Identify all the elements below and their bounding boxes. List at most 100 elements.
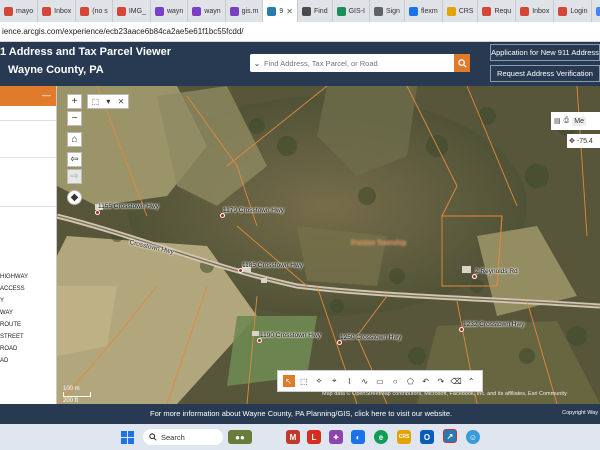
browser-tab-label: Sign [385,7,400,15]
browser-tab[interactable]: 9 ✕ [263,0,298,22]
point-tool-icon[interactable]: ⌖ [328,375,340,387]
browser-tab[interactable]: wayn [151,0,189,22]
app-l-icon[interactable]: L [307,430,321,444]
copilot-icon[interactable]: ✦ [329,430,343,444]
zoom-out-button[interactable]: − [67,111,82,126]
search-button[interactable] [454,54,470,72]
crs-icon[interactable]: CRS [397,430,411,444]
previous-extent-button[interactable]: ⇦ [67,152,82,167]
outlook-icon[interactable]: O [420,430,434,444]
legend-item: ROAD [0,346,18,352]
browser-tab[interactable]: Requ [478,0,517,22]
browser-tab[interactable]: (no s [76,0,113,22]
gmail-icon [520,6,530,16]
browser-tab[interactable]: mayo [0,0,39,22]
polygon-tool-icon[interactable]: ⬠ [404,375,416,387]
teams-icon[interactable]: ☺ [466,430,480,444]
taskbar-search-label: Search [161,432,185,442]
app-footer: For more information about Wayne County,… [0,404,600,424]
chevron-down-icon[interactable]: ⌄ [250,59,264,68]
map-view[interactable]: 1155 Crosstown Hwy 1179 Crosstown Hwy Pres… [57,86,600,404]
browser-tab[interactable]: wayn [188,0,226,22]
browser-tab[interactable]: Sign [370,0,405,22]
erase-icon[interactable]: ⌫ [450,375,462,387]
close-tab-icon[interactable]: ✕ [286,7,293,16]
freehand-tool-icon[interactable]: ∿ [359,375,371,387]
screen: mayo Inbox (no s IMG_ wayn wayn gis.m 9 ✕ Find GIS… [0,0,600,450]
gmail-icon [80,6,90,16]
measure-tab[interactable]: Me [572,116,586,126]
browser-tab-label: Find [313,7,328,15]
browser-tab[interactable]: Find [298,0,333,22]
windows-taskbar: Search ●● M L ✦ ◐ e CRS O ↗ ☺ [0,424,600,450]
pointer-tool-icon[interactable]: ↖ [282,375,295,387]
gmail-icon [558,6,568,16]
chevron-up-icon[interactable]: ⌃ [465,375,477,387]
browser-tab-label: Inbox [54,7,72,15]
footer-link[interactable]: For more information about Wayne County,… [150,409,452,418]
rectangle-tool-icon[interactable]: ▭ [374,375,386,387]
gmail-icon [4,6,13,16]
scale-bar-line [63,392,91,397]
address-url[interactable]: ience.arcgis.com/experience/ecb23aace6b8… [0,27,244,36]
browser-tab[interactable]: gis.m [226,0,264,22]
gis-icon [336,6,346,16]
request-address-verification-button[interactable]: Request Address Verification [490,65,600,82]
collapse-icon[interactable]: — [42,90,51,100]
pin-icon [408,6,418,16]
undo-icon[interactable]: ↶ [420,375,432,387]
yahoo-icon [154,6,164,16]
browser-tab-label: GIS-I [348,7,365,15]
browser-tab-label: wayn [166,7,184,15]
lasso-select-icon[interactable]: ⟡ [313,375,325,387]
circle-tool-icon[interactable]: ○ [389,375,401,387]
next-extent-button[interactable]: ⇨ [67,169,82,184]
browser-tab[interactable]: CRS [443,0,479,22]
address-label: 1232 Crosstown Hwy [463,321,525,328]
legend-item: Y [0,298,5,304]
chevron-down-icon[interactable]: ▾ [106,97,110,106]
table-icon[interactable]: ▤ [554,117,561,125]
globe-icon [373,6,383,16]
browser-tab[interactable]: Goo [592,0,600,22]
photos-icon[interactable]: ◐ [351,430,365,444]
mcafee-icon[interactable]: M [286,430,300,444]
rect-select-icon[interactable]: ⬚ [298,375,310,387]
browser-tab[interactable]: GIS-I [333,0,370,22]
taskbar-search[interactable]: Search [143,429,223,445]
browser-tab[interactable]: Inbox [38,0,77,22]
edge-icon[interactable]: e [374,430,388,444]
browser-tab[interactable]: IMG_ [113,0,151,22]
widgets-icon[interactable]: ●● [228,430,252,444]
move-icon[interactable]: ✥ [569,137,575,145]
browser-tab[interactable]: Login [554,0,593,22]
coordinate-value: -75.4 [576,137,593,145]
compass-button[interactable]: ◆ [67,190,82,205]
address-point-icon[interactable] [95,210,100,215]
home-button[interactable]: ⌂ [67,132,82,147]
address-label: 1190 Crosstown Hwy [260,332,321,339]
legend-item: ROUTE [0,322,21,328]
search-input[interactable] [264,55,454,71]
browser-tab-label: gis.m [241,7,259,15]
redo-icon[interactable]: ↷ [435,375,447,387]
browser-address-bar[interactable]: ience.arcgis.com/experience/ecb23aace6b8… [0,22,600,42]
browser-tab-label: IMG_ [128,7,146,15]
browser-tab-label: flexm [420,7,438,15]
browser-tab-label: mayo [16,7,34,15]
browser-tab-label: Requ [494,7,512,15]
new-address-application-button[interactable]: Application for New 911 Address [490,44,600,61]
windows-start-icon[interactable] [120,430,134,444]
print-icon[interactable]: ⎙ [564,117,570,125]
township-label: Preston Township [351,240,407,247]
zoom-in-button[interactable]: + [67,94,82,109]
browser-tab[interactable]: flexm [405,0,443,22]
search-widget: ⌄ [250,54,470,72]
polyline-tool-icon[interactable]: ⌇ [343,375,355,387]
clear-selection-icon[interactable]: ⨯ [118,97,125,106]
select-icon[interactable]: ⬚ [92,97,100,106]
arcgis-taskbar-icon[interactable]: ↗ [443,429,457,443]
search-icon [457,58,467,68]
browser-tab[interactable]: Inbox [516,0,555,22]
crs-icon [446,6,456,16]
